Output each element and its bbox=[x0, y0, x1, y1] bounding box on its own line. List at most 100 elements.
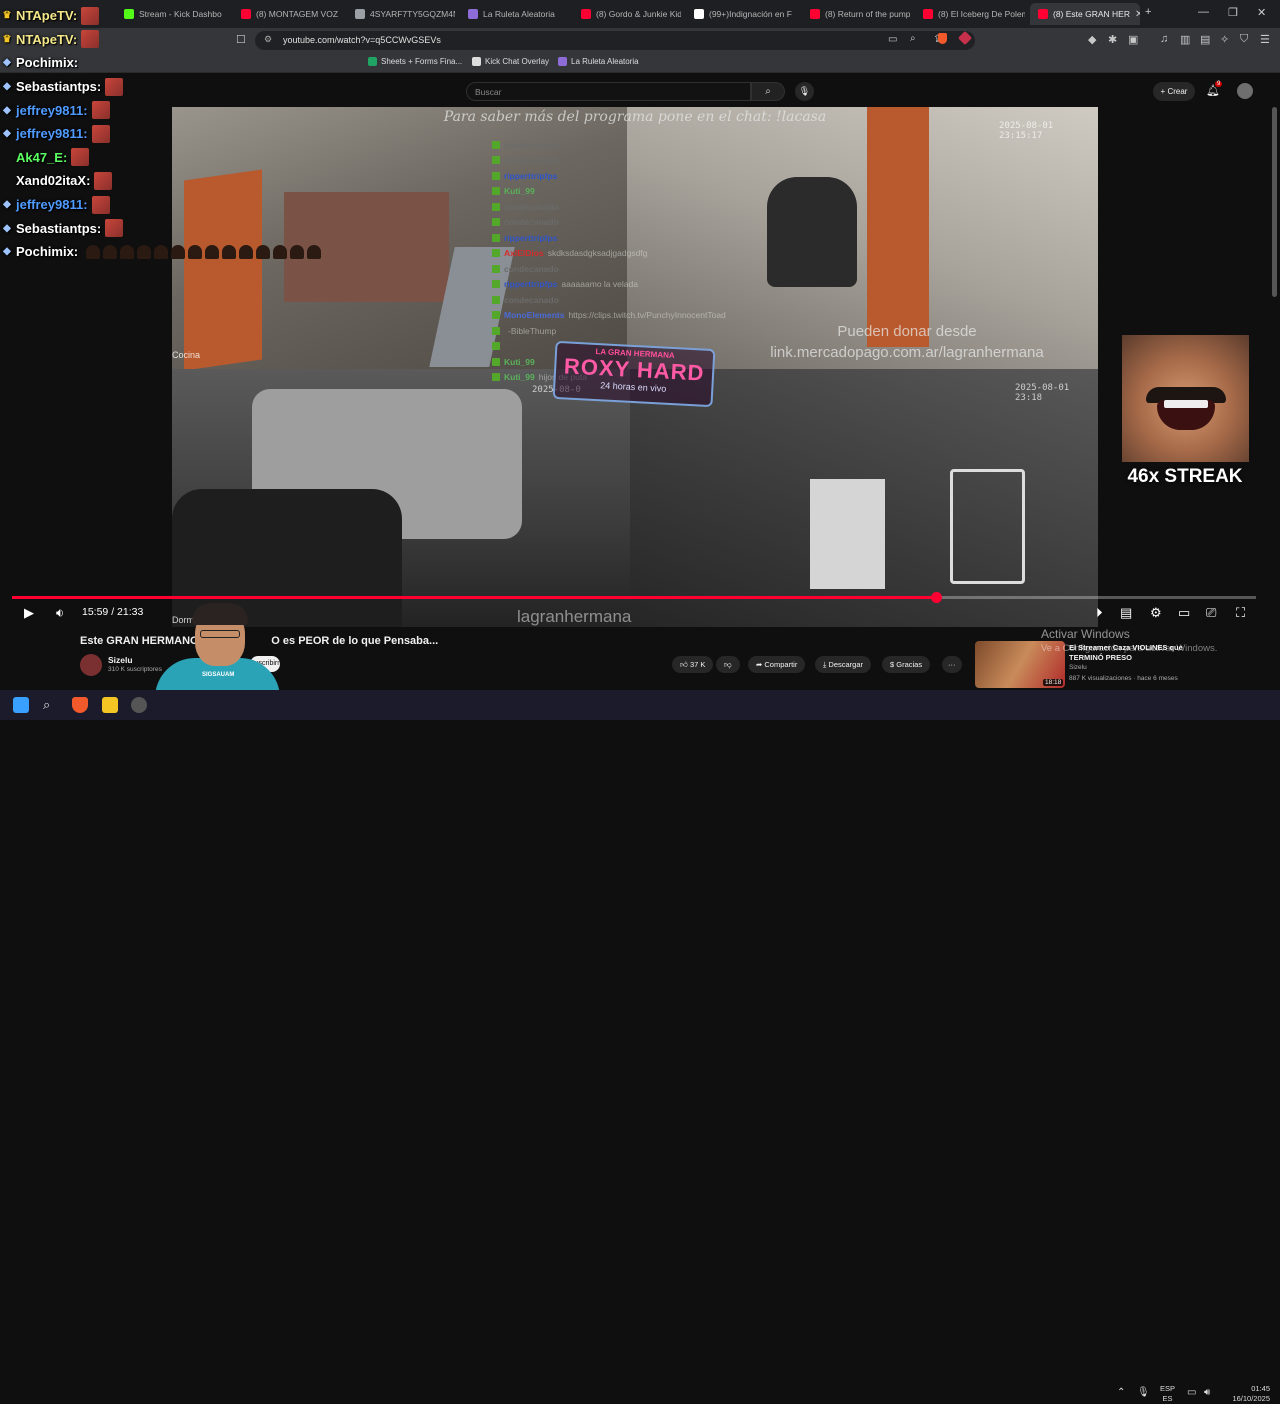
create-label: Crear bbox=[1167, 87, 1188, 96]
microphone-icon[interactable]: 🎙︎ bbox=[795, 82, 814, 101]
stream-chat-message: ◆ jeffrey9811: bbox=[0, 122, 360, 146]
autoplay-toggle[interactable]: ⏵ bbox=[1096, 605, 1103, 621]
stream-chat-username: NTApeTV: bbox=[16, 8, 78, 24]
chat-badge-icon bbox=[492, 140, 500, 149]
cast-icon[interactable]: ⎚ bbox=[1206, 605, 1216, 621]
screenshot-icon[interactable]: ▣ bbox=[1128, 33, 1138, 46]
browser-tab[interactable]: (8) El Iceberg De Polem bbox=[915, 3, 1025, 25]
bookmark-item[interactable]: Kick Chat Overlay bbox=[472, 57, 549, 66]
progress-scrubber[interactable] bbox=[931, 592, 942, 603]
search-taskbar-icon[interactable]: ⌕ bbox=[43, 697, 59, 713]
bookmark-item[interactable]: La Ruleta Aleatoria bbox=[558, 57, 639, 66]
leo-ai-icon[interactable]: ✧ bbox=[1220, 33, 1229, 46]
chat-badge-icon: ◆ bbox=[3, 81, 11, 93]
play-icon[interactable]: ▶ bbox=[24, 605, 34, 621]
chat-badge-icon bbox=[492, 218, 500, 227]
browser-tab[interactable]: (99+)Indignación en F bbox=[686, 3, 798, 25]
brave-shield-icon[interactable] bbox=[938, 33, 947, 44]
chat-emote-icon bbox=[105, 219, 124, 238]
bookmark-favicon-icon bbox=[368, 57, 377, 66]
bookmark-item[interactable]: Sheets + Forms Fina... bbox=[368, 57, 462, 66]
chat-badge-icon bbox=[492, 280, 500, 289]
zoom-icon[interactable]: ⌕ bbox=[910, 33, 916, 44]
download-icon: ⤓ bbox=[823, 660, 827, 669]
browser-tab[interactable]: (8) Este GRAN HER ✕ bbox=[1030, 3, 1140, 25]
create-button[interactable]: + Crear bbox=[1153, 82, 1195, 101]
chat-badge-icon bbox=[492, 357, 500, 366]
windows-start-icon[interactable] bbox=[13, 697, 29, 713]
tray-display-icon[interactable]: ▭ bbox=[1187, 1387, 1196, 1398]
download-button[interactable]: ⤓ Descargar bbox=[815, 656, 872, 673]
browser-tab[interactable]: La Ruleta Aleatoria bbox=[460, 3, 568, 25]
minimize-button[interactable]: — bbox=[1198, 6, 1209, 18]
fullscreen-icon[interactable]: ⛶ bbox=[1236, 605, 1245, 621]
sidebar-icon[interactable]: ▥ bbox=[1180, 33, 1190, 46]
search-input[interactable]: Buscar bbox=[466, 82, 751, 101]
chat-emote-icon bbox=[94, 171, 113, 190]
install-app-icon[interactable]: ▭ bbox=[888, 34, 897, 45]
miniplayer-icon[interactable]: ▭ bbox=[1178, 605, 1190, 621]
video-title-end: O es PEOR de lo que Pensaba... bbox=[271, 635, 439, 647]
channel-name[interactable]: Sizelu bbox=[108, 655, 133, 665]
tab-favicon-icon bbox=[923, 9, 933, 19]
video-chat-username: Kuti_99 bbox=[504, 186, 535, 197]
share-button[interactable]: ➦ Compartir bbox=[748, 656, 806, 673]
tray-chevron-icon[interactable]: ⌃ bbox=[1117, 1387, 1125, 1398]
brave-rewards-icon[interactable] bbox=[957, 30, 973, 46]
new-tab-button[interactable]: + bbox=[1145, 6, 1151, 18]
like-button[interactable]: 👍︎ 37 K bbox=[672, 656, 714, 673]
chat-emote-icon bbox=[239, 244, 254, 259]
camera-kitchen-label: Cocina bbox=[172, 350, 201, 360]
chat-badge-icon: ◆ bbox=[3, 128, 11, 140]
account-avatar[interactable] bbox=[1237, 83, 1253, 99]
progress-bar[interactable] bbox=[12, 592, 1256, 603]
browser-tab[interactable]: 4SYARF7TY5GQZM4M bbox=[347, 3, 455, 25]
tray-volume-icon[interactable]: 🔊︎ bbox=[1204, 1387, 1210, 1398]
thanks-button[interactable]: $ Gracias bbox=[882, 656, 931, 673]
channel-avatar[interactable] bbox=[80, 654, 102, 676]
tab-label: (8) Return of the pump bbox=[825, 9, 910, 19]
tray-mic-icon[interactable]: 🎙︎ bbox=[1137, 1387, 1150, 1398]
more-actions-button[interactable]: ··· bbox=[942, 656, 962, 673]
maximize-button[interactable]: ❐ bbox=[1228, 6, 1238, 19]
dislike-button[interactable]: 👎︎ bbox=[716, 656, 740, 673]
close-tab-icon[interactable]: ✕ bbox=[1135, 9, 1140, 20]
subtitles-icon[interactable]: ▤ bbox=[1120, 605, 1132, 621]
page-scrollbar[interactable] bbox=[1272, 107, 1277, 297]
chat-emote-icon bbox=[86, 244, 101, 259]
webcam-hair bbox=[192, 603, 248, 625]
video-chat-message: ripperttripfps bbox=[492, 230, 792, 246]
video-chat-username: MonoElements bbox=[504, 310, 565, 321]
chat-badge-icon bbox=[492, 264, 500, 273]
vpn-icon[interactable]: ⛉ bbox=[1240, 33, 1248, 46]
video-chat-message: condecanado bbox=[492, 215, 792, 231]
search-icon[interactable]: ⌕ bbox=[751, 82, 785, 101]
volume-icon[interactable]: 🔉︎ bbox=[56, 605, 64, 621]
browser-tab[interactable]: (8) Return of the pump bbox=[802, 3, 910, 25]
close-window-button[interactable]: ✕ bbox=[1257, 6, 1266, 19]
obs-icon[interactable] bbox=[131, 697, 147, 713]
keyboard-language[interactable]: ESP ES bbox=[1160, 1384, 1175, 1404]
extension-icon[interactable]: ◆ bbox=[1088, 33, 1096, 46]
clock[interactable]: 01:45 16/10/2025 bbox=[1222, 1384, 1270, 1404]
wallet-icon[interactable]: ▤ bbox=[1200, 33, 1210, 46]
time-display: 15:59 / 21:33 bbox=[82, 606, 144, 618]
file-explorer-icon[interactable] bbox=[102, 697, 118, 713]
chat-emote-icon bbox=[137, 244, 152, 259]
settings-gear-icon[interactable]: ⚙ bbox=[1150, 605, 1162, 621]
webcam-shirt-logo: SIGSAUAM bbox=[202, 672, 235, 678]
chat-badge-icon bbox=[492, 326, 500, 335]
brave-browser-icon[interactable] bbox=[72, 697, 88, 713]
puzzle-icon[interactable]: ✱ bbox=[1108, 33, 1117, 46]
url-field[interactable]: ⚙ youtube.com/watch?v=q5CCWvGSEVs ▭ ⌕ ⇪ bbox=[255, 30, 975, 50]
recommended-views: 887 K visualizaciones · hace 6 meses bbox=[1069, 675, 1178, 682]
menu-icon[interactable]: ☰ bbox=[1260, 33, 1270, 46]
video-chat-message: condecanado bbox=[492, 137, 792, 153]
chat-emote-icon bbox=[290, 244, 305, 259]
video-chat-message: ripperttripfps bbox=[492, 168, 792, 184]
browser-tab[interactable]: (8) Gordo & Junkie Kid bbox=[573, 3, 681, 25]
chat-badge-icon bbox=[492, 342, 500, 351]
music-icon[interactable]: ♫ bbox=[1160, 33, 1168, 45]
stream-chat-message: ◆ Pochimix: bbox=[0, 51, 360, 75]
video-chat-username: ripperttripfps bbox=[504, 232, 558, 243]
